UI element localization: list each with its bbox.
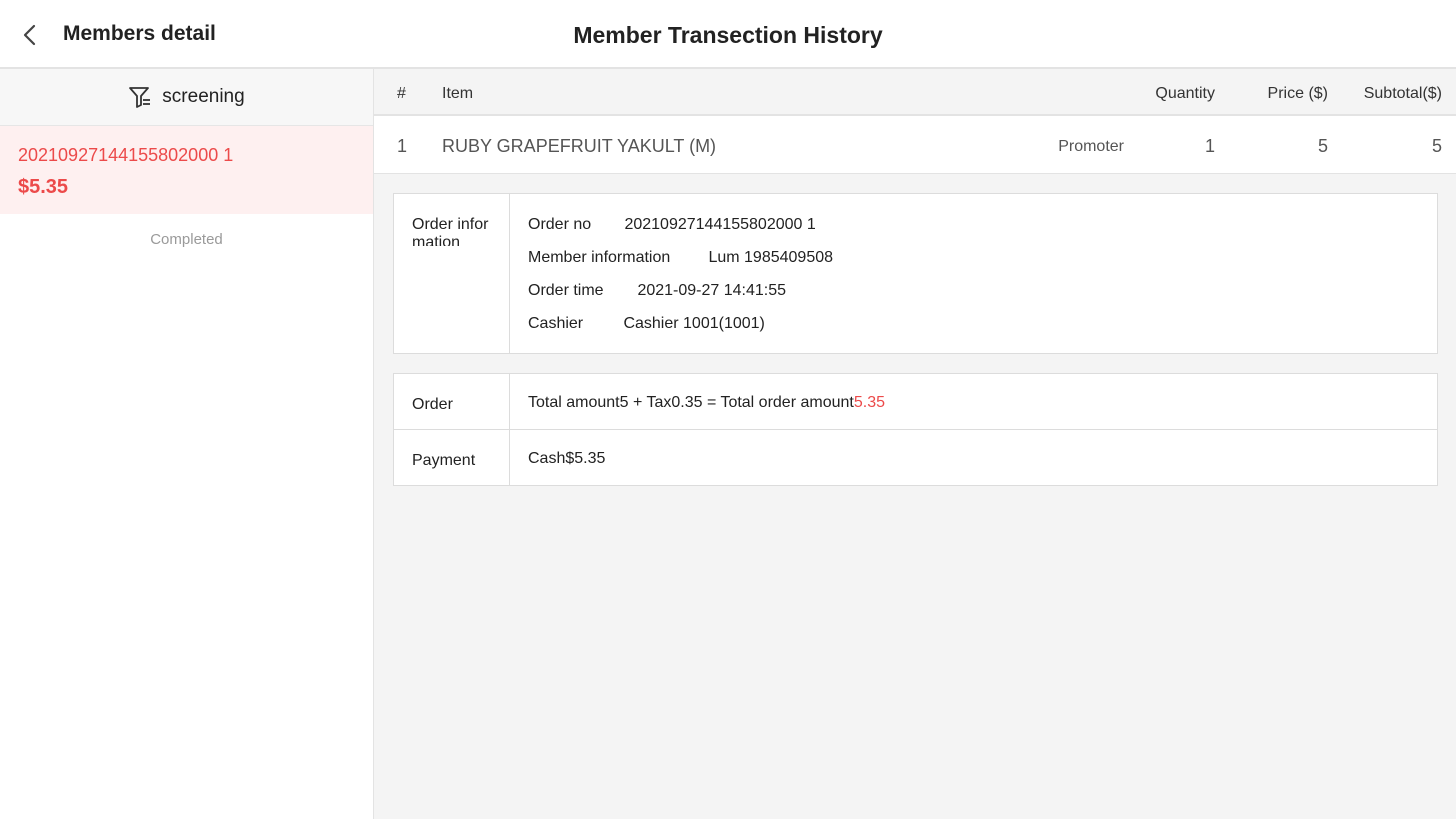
row-price: 5 <box>1317 136 1328 156</box>
order-status-label: Completed <box>150 231 223 248</box>
order-information-box: Order infor mation Order no 202109271441… <box>393 193 1438 354</box>
order-total-text: Total amount5 + Tax0.35 = Total order am… <box>528 394 885 412</box>
items-table-header: # Item Quantity Price ($) Subtotal($) <box>374 69 1456 116</box>
cashier-label: Cashier <box>528 315 584 332</box>
screening-label: screening <box>162 86 245 107</box>
row-promo-tag: Promoter <box>1058 138 1124 155</box>
order-list-panel: screening 20210927144155802000 1 $5.35 C… <box>0 69 374 819</box>
payment-label-cell: Payment <box>394 430 510 486</box>
top-header: Members detail Member Transection Histor… <box>0 0 1456 69</box>
order-total-amount: 5.35 <box>853 394 885 411</box>
order-no-value: 20210927144155802000 1 <box>624 216 816 233</box>
order-summary-box: Order Total amount5 + Tax0.35 = Total or… <box>393 373 1438 486</box>
order-time-label: Order time <box>528 282 604 299</box>
order-calculation: Total amount5 + Tax0.35 = Total order am… <box>528 394 854 411</box>
table-row[interactable]: 1 RUBY GRAPEFRUIT YAKULT (M) Promoter 1 … <box>374 116 1456 174</box>
order-label-cell: Order <box>394 374 510 429</box>
order-information-label: Order infor mation <box>412 216 489 246</box>
order-no-row: Order no 20210927144155802000 1 <box>528 216 816 234</box>
page-title: Member Transection History <box>573 22 883 48</box>
payment-row: Payment Cash$5.35 <box>394 430 1437 486</box>
order-time-row: Order time 2021-09-27 14:41:55 <box>528 282 786 300</box>
payment-label: Payment <box>412 452 476 469</box>
column-header-number: # <box>397 85 406 102</box>
row-subtotal: 5 <box>1431 136 1442 156</box>
order-no-label: Order no <box>528 216 592 233</box>
row-number: 1 <box>397 136 408 156</box>
member-info-row: Member information Lum 1985409508 <box>528 249 833 267</box>
member-info-label: Member information <box>528 249 671 266</box>
screening-button[interactable]: screening <box>0 69 373 126</box>
column-header-quantity: Quantity <box>1155 85 1215 102</box>
order-total-row: Order Total amount5 + Tax0.35 = Total or… <box>394 374 1437 430</box>
payment-value: Cash$5.35 <box>528 450 606 467</box>
row-item-name: RUBY GRAPEFRUIT YAKULT (M) <box>442 136 717 156</box>
cashier-row: Cashier Cashier 1001(1001) <box>528 315 765 333</box>
cashier-value: Cashier 1001(1001) <box>623 315 765 332</box>
column-header-item: Item <box>442 85 474 102</box>
column-header-subtotal: Subtotal($) <box>1363 85 1442 102</box>
row-quantity: 1 <box>1204 136 1215 156</box>
filter-list-icon <box>129 87 151 108</box>
order-information-label-cell: Order infor mation <box>394 194 510 353</box>
order-label: Order <box>412 396 453 413</box>
column-header-price: Price ($) <box>1267 85 1328 102</box>
order-list-item[interactable]: 20210927144155802000 1 $5.35 <box>0 126 373 214</box>
order-list-item-amount: $5.35 <box>18 176 69 198</box>
order-list-item-number: 20210927144155802000 1 <box>18 145 234 165</box>
order-detail-panel: # Item Quantity Price ($) Subtotal($) 1 … <box>374 69 1456 819</box>
member-info-value: Lum 1985409508 <box>708 249 834 266</box>
order-time-value: 2021-09-27 14:41:55 <box>637 282 787 299</box>
